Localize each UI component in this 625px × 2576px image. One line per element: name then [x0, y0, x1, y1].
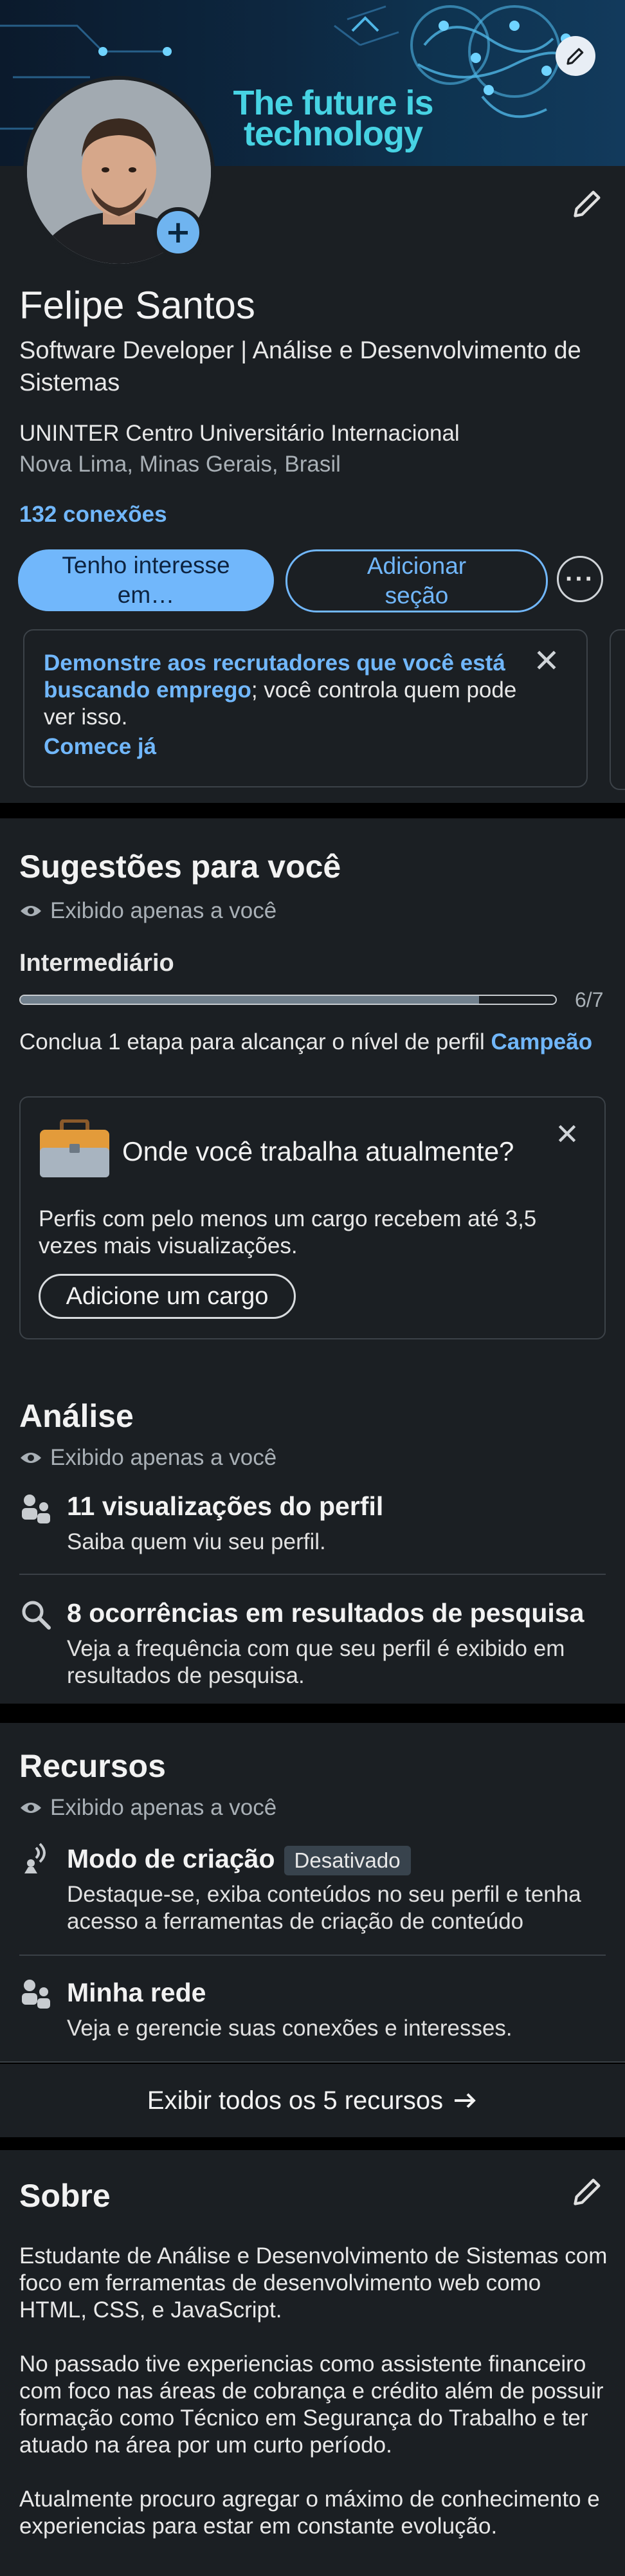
- briefcase-icon: [40, 1119, 109, 1177]
- arrow-right-icon: [455, 2093, 476, 2108]
- add-section-button[interactable]: Adicionar seção: [285, 549, 548, 612]
- add-photo-button[interactable]: +: [153, 207, 203, 257]
- profile-progress-bar: [19, 995, 557, 1005]
- divider: [19, 1574, 606, 1575]
- banner-tagline: The future is technology: [233, 84, 433, 153]
- profile-views-subtitle: Saiba quem viu seu perfil.: [67, 1529, 326, 1554]
- people-icon: [22, 1980, 50, 2009]
- show-all-label: Exibir todos os 5 recursos: [147, 2086, 444, 2115]
- job-card-title: Onde você trabalha atualmente?: [122, 1136, 514, 1166]
- divider: [0, 2061, 625, 2063]
- about-paragraph: No passado tive experiencias como assist…: [19, 2351, 604, 2458]
- about-text: Estudante de Análise e Desenvolvimento d…: [19, 2243, 611, 2567]
- private-label: Exibido apenas a você: [50, 1795, 277, 1820]
- private-label: Exibido apenas a você: [50, 898, 277, 923]
- open-to-work-promo: Demonstre aos recrutadores que você está…: [23, 629, 588, 787]
- profile-school[interactable]: UNINTER Centro Universitário Internacion…: [19, 421, 460, 446]
- private-label: Exibido apenas a você: [50, 1445, 277, 1470]
- profile-top-card: The future is technology + Felipe Santos…: [0, 0, 625, 803]
- add-position-label: Adicione um cargo: [66, 1282, 269, 1310]
- analytics-title: Análise: [19, 1398, 134, 1434]
- close-icon[interactable]: [554, 1121, 580, 1146]
- profile-headline: Software Developer | Análise e Desenvolv…: [19, 337, 581, 396]
- resources-private-note: Exibido apenas a você: [19, 1795, 276, 1821]
- my-network-subtitle: Veja e gerencie suas conexões e interess…: [67, 2016, 512, 2041]
- progress-note: Conclua 1 etapa para alcançar o nível de…: [19, 1029, 592, 1055]
- search-icon: [22, 1601, 51, 1630]
- edit-intro-pencil-icon[interactable]: [571, 187, 604, 220]
- plus-icon: +: [165, 214, 192, 250]
- divider: [19, 1955, 606, 1956]
- creator-mode-subtitle: Destaque-se, exiba conteúdos no seu perf…: [67, 1882, 581, 1934]
- close-icon[interactable]: [532, 646, 561, 674]
- profile-views-title: 11 visualizações do perfil: [67, 1491, 384, 1521]
- profile-level: Intermediário: [19, 950, 174, 977]
- progress-count: 6/7: [575, 988, 604, 1011]
- eye-icon: [21, 1453, 41, 1463]
- next-level-link[interactable]: Campeão: [491, 1029, 593, 1054]
- suggestions-title: Sugestões para você: [19, 849, 341, 885]
- people-icon: [22, 1495, 50, 1523]
- next-promo-card[interactable]: [610, 629, 625, 790]
- search-appearances-subtitle: Veja a frequência com que seu perfil é e…: [67, 1636, 565, 1688]
- eye-icon: [21, 906, 41, 916]
- pencil-icon: [566, 48, 584, 65]
- creator-mode-title: Modo de criação Desativado: [67, 1844, 411, 1876]
- resources-title: Recursos: [19, 1748, 166, 1784]
- promo-cta-link[interactable]: Comece já: [44, 733, 522, 760]
- my-network-title: Minha rede: [67, 1978, 206, 2007]
- broadcast-icon: [24, 1843, 46, 1873]
- status-badge: Desativado: [284, 1846, 411, 1876]
- show-all-resources-button[interactable]: Exibir todos os 5 recursos: [0, 2064, 625, 2137]
- creator-mode-label: Modo de criação: [67, 1844, 275, 1873]
- edit-about-pencil-icon[interactable]: [571, 2175, 604, 2208]
- about-paragraph: Estudante de Análise e Desenvolvimento d…: [19, 2243, 608, 2323]
- profile-location: Nova Lima, Minas Gerais, Brasil: [19, 452, 341, 477]
- connections-link[interactable]: 132 conexões: [19, 502, 167, 528]
- eye-icon: [21, 1803, 41, 1813]
- suggestions-private-note: Exibido apenas a você: [19, 898, 276, 924]
- open-to-button[interactable]: Tenho interesse em…: [18, 549, 274, 611]
- profile-name: Felipe Santos: [19, 284, 255, 327]
- about-title: Sobre: [19, 2178, 111, 2214]
- progress-note-text: Conclua 1 etapa para alcançar o nível de…: [19, 1029, 491, 1054]
- add-section-label: Adicionar seção: [367, 553, 467, 609]
- job-card-description: Perfis com pelo menos um cargo recebem a…: [39, 1206, 537, 1258]
- edit-banner-button[interactable]: [556, 36, 595, 76]
- analytics-private-note: Exibido apenas a você: [19, 1445, 276, 1471]
- more-actions-button[interactable]: ···: [557, 556, 603, 602]
- add-position-button[interactable]: Adicione um cargo: [39, 1274, 296, 1319]
- search-appearances-title: 8 ocorrências em resultados de pesquisa: [67, 1598, 584, 1628]
- ellipsis-icon: ···: [565, 565, 595, 593]
- profile-progress-fill: [21, 996, 480, 1004]
- open-to-label: Tenho interesse em…: [62, 552, 230, 608]
- about-paragraph: Atualmente procuro agregar o máximo de c…: [19, 2487, 600, 2539]
